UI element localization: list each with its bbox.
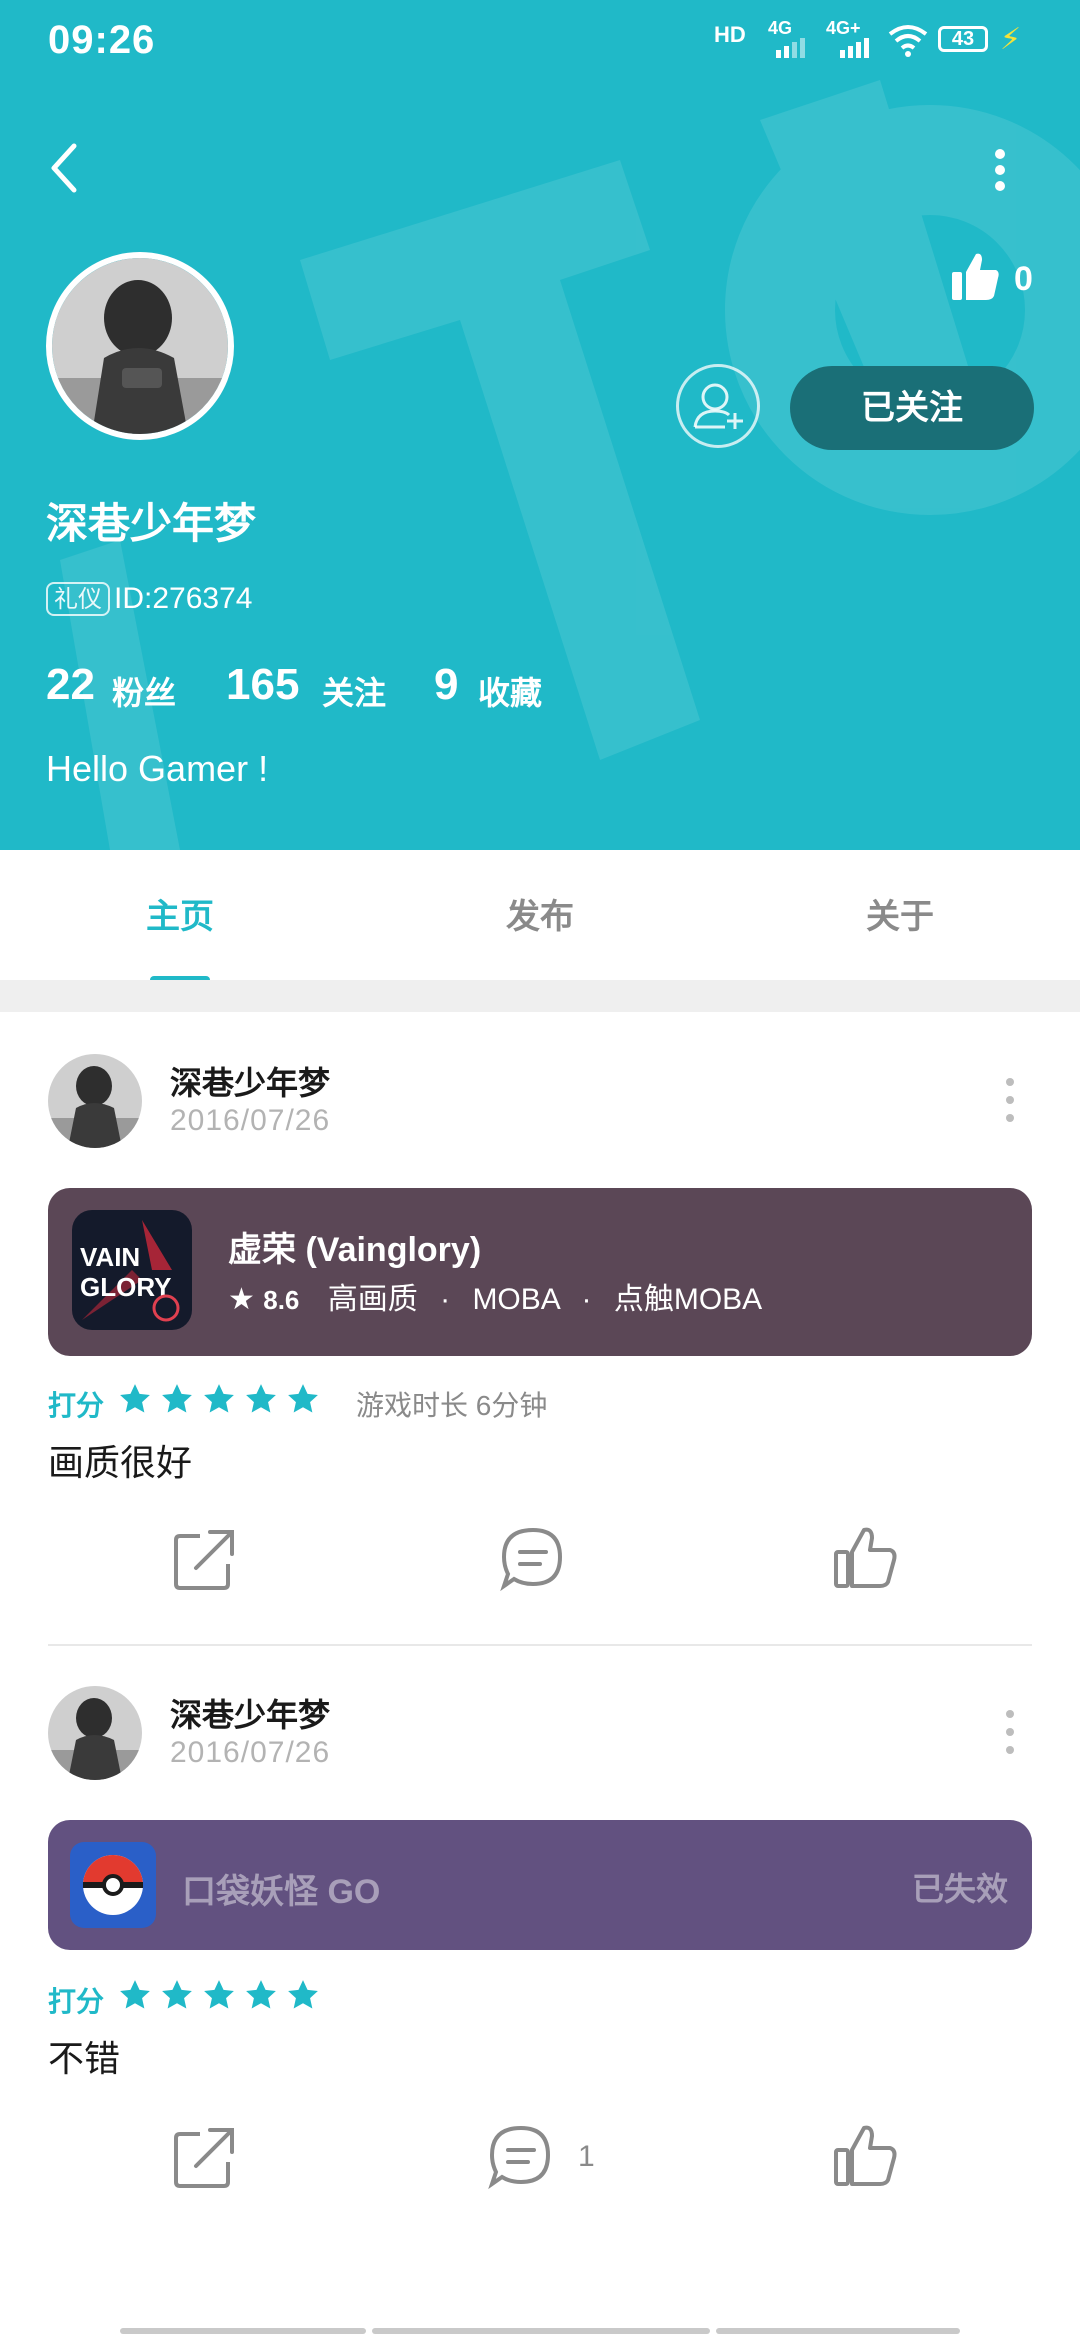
game-tag: 点触MOBA [613,1283,763,1316]
star-icon [120,1980,150,2009]
user-badge: 礼仪 [46,582,110,616]
comment-icon[interactable] [498,1524,568,1594]
like-icon[interactable] [830,2122,900,2192]
post-author-name[interactable]: 深巷少年梦 [170,1058,330,1104]
back-icon[interactable] [40,138,90,198]
vainglory-logo-text: VAIN [80,1242,140,1272]
profile-tabs: 主页 发布 关于 [0,850,1080,980]
game-status: 已失效 [911,1871,1008,1907]
rating-stars [118,1978,320,2017]
avatar-image [48,1686,142,1780]
star-icon [162,1980,192,2009]
tab-posts[interactable]: 发布 [360,850,720,980]
thumbs-up-icon [952,253,999,300]
more-icon[interactable] [980,140,1020,200]
add-friend-button[interactable] [676,364,760,448]
play-time: 游戏时长 6分钟 [356,1390,548,1421]
post-more-icon[interactable] [1000,1070,1020,1130]
post-author-avatar[interactable] [48,1686,142,1780]
gesture-bar [716,2328,960,2334]
favorites-label[interactable]: 收藏 [478,668,542,714]
star-icon [288,1980,318,2009]
profile-username: 深巷少年梦 [46,500,257,547]
battery-indicator: 43 [938,26,988,52]
pokemon-go-app-icon [70,1842,156,1928]
star-icon [288,1384,318,1413]
star-icon [246,1384,276,1413]
comment-count: 1 [578,2140,595,2173]
star-icon [246,1980,276,2009]
game-meta: ★ 8.6 高画质 · MOBA · 点触MOBA [228,1274,762,1318]
star-icon [204,1384,234,1413]
fans-count[interactable]: 22 [46,660,95,710]
post-separator [48,1644,1032,1646]
star-icon [162,1384,192,1413]
follow-button[interactable]: 已关注 [790,366,1034,450]
section-divider [0,980,1080,1012]
game-title: 虚荣 (Vainglory) [228,1231,482,1269]
post-more-icon[interactable] [1000,1702,1020,1762]
fans-label[interactable]: 粉丝 [112,668,176,714]
rating-stars [118,1382,320,1421]
game-tag: MOBA [472,1283,560,1316]
like-count: 0 [1014,260,1033,298]
post-date: 2016/07/26 [170,1104,331,1137]
avatar-image [48,1054,142,1148]
signal-icon [776,38,805,58]
tag-separator: · [581,1283,592,1316]
signal-icon [840,38,869,58]
hd-indicator: HD [714,22,746,47]
star-icon [204,1980,234,2009]
tag-separator: · [440,1283,451,1316]
post-author-avatar[interactable] [48,1054,142,1148]
share-icon[interactable] [170,2122,240,2192]
game-title: 口袋妖怪 GO [182,1873,381,1911]
share-icon[interactable] [170,1524,240,1594]
post-author-name[interactable]: 深巷少年梦 [170,1690,330,1736]
following-label[interactable]: 关注 [322,668,386,714]
profile-avatar[interactable] [46,252,234,440]
status-time: 09:26 [48,18,156,62]
favorites-count[interactable]: 9 [434,660,458,710]
vainglory-app-icon: VAIN GLORY [72,1210,192,1330]
game-card-vainglory[interactable]: VAIN GLORY 虚荣 (Vainglory) ★ 8.6 高画质 · MO… [48,1188,1032,1356]
rating-label: 打分 [48,1986,105,2017]
following-count[interactable]: 165 [226,660,299,710]
gesture-bar [120,2328,366,2334]
charging-icon: ⚡ [1000,23,1022,56]
user-id: ID:276374 [114,582,253,615]
gesture-bar [372,2328,710,2334]
add-friend-icon [693,383,743,429]
tab-about[interactable]: 关于 [720,850,1080,980]
tab-home[interactable]: 主页 [0,850,360,980]
avatar-image [52,258,228,434]
star-icon [120,1384,150,1413]
wifi-icon [888,25,928,57]
battery-level: 43 [951,28,975,50]
review-text: 画质很好 [48,1442,193,1483]
comment-icon[interactable] [486,2122,556,2192]
review-text: 不错 [48,2038,121,2079]
game-tag: 高画质 [327,1283,418,1316]
profile-header: 09:26 HD 4G 4G+ 43 ⚡ 0 已关注 深巷少年梦 礼仪 ID:2… [0,0,1080,850]
game-rating: 8.6 [263,1285,300,1315]
game-card-pokemon-go[interactable]: 口袋妖怪 GO 已失效 [48,1820,1032,1950]
star-icon: ★ [228,1283,255,1316]
rating-label: 打分 [48,1390,105,1421]
like-icon[interactable] [830,1524,900,1594]
status-bar: 09:26 HD 4G 4G+ 43 ⚡ [0,0,1080,84]
post-date: 2016/07/26 [170,1736,331,1769]
profile-bio: Hello Gamer ! [46,748,269,789]
